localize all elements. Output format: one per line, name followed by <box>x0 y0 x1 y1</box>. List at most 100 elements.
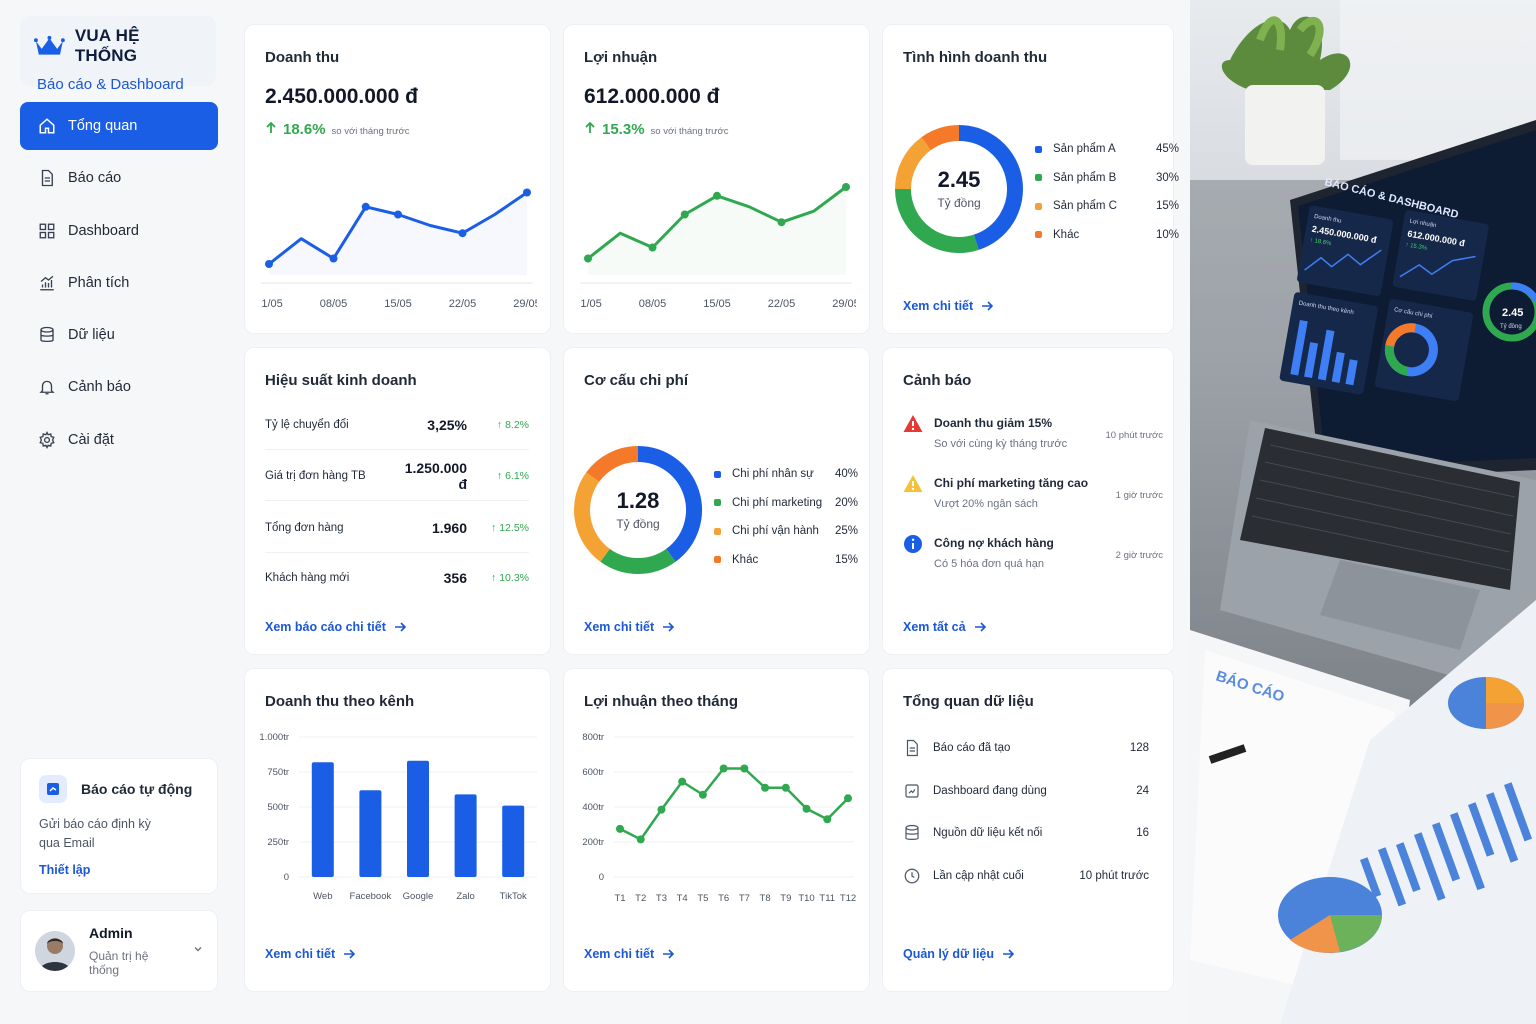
overview-label: Dashboard đang dùng <box>933 785 1047 797</box>
y-tick-label: 500tr <box>267 802 289 813</box>
alert-item[interactable]: Doanh thu giảm 15% So với cùng kỳ tháng … <box>903 414 1163 464</box>
x-tick-label: 15/05 <box>703 298 731 310</box>
legend-label: Khác <box>732 553 759 566</box>
nav-label: Dữ liệu <box>68 327 115 344</box>
info-icon <box>904 535 922 553</box>
card-title: Tình hình doanh thu <box>903 49 1048 66</box>
legend-label: Sản phẩm C <box>1053 200 1117 213</box>
alert-title: Chi phí marketing tăng cao <box>934 476 1089 490</box>
monthly-line-chart: 0 200tr 400tr 600tr 800tr T1 T2 T3 T4 T5 T6 T7 T8 T9 T… <box>582 732 856 904</box>
legend-swatch <box>714 556 721 564</box>
x-tick-label: Zalo <box>456 891 474 902</box>
data-point <box>523 188 531 197</box>
nav-item-cai-dat[interactable]: Cài đặt <box>20 416 218 464</box>
gear-icon <box>39 430 55 449</box>
nav-item-canh-bao[interactable]: Cảnh báo <box>20 363 218 411</box>
data-point <box>657 805 666 814</box>
overview-label: Lần cập nhật cuối <box>933 870 1024 882</box>
metric-trend: ↑ 8.2% <box>496 418 529 431</box>
document-icon <box>906 739 918 757</box>
chevron-down-icon[interactable] <box>193 944 203 954</box>
y-tick-label: 750tr <box>267 767 289 778</box>
overview-row: Lần cập nhật cuối 10 phút trước <box>903 865 1149 887</box>
legend-item: Sản phẩm A 45% <box>1035 135 1179 164</box>
cost-card: Cơ cấu chi phí 1.28 Tỷ đồng Chi phí nhân … <box>563 347 870 655</box>
nav-label: Tổng quan <box>68 118 138 134</box>
alert-item[interactable]: Công nợ khách hàng Có 5 hóa đơn quá hạn … <box>903 534 1163 584</box>
overview-value: 24 <box>1136 785 1149 797</box>
card-title: Cơ cấu chi phí <box>584 372 689 389</box>
revenue-legend: Sản phẩm A 45% Sản phẩm B 30% Sản phẩm C 15% K… <box>1035 135 1179 249</box>
y-tick-label: 0 <box>284 872 289 883</box>
nav-item-tong-quan[interactable]: Tổng quan <box>20 102 218 150</box>
x-tick-label: T7 <box>739 893 750 904</box>
view-details-link[interactable]: Xem chi tiết <box>903 299 994 313</box>
x-tick-label: 22/05 <box>768 298 796 310</box>
dashboard-icon <box>905 784 919 798</box>
bell-icon <box>39 381 55 395</box>
nav-item-phan-tich[interactable]: Phân tích <box>20 259 218 307</box>
nav-item-dashboard[interactable]: Dashboard <box>20 207 218 255</box>
data-point <box>842 183 850 191</box>
grid-icon <box>39 223 55 239</box>
x-tick-label: 01/05 <box>261 298 283 310</box>
nav-label: Phân tích <box>68 274 130 291</box>
data-point <box>777 218 786 227</box>
view-details-link[interactable]: Xem chi tiết <box>584 620 675 634</box>
nav-label: Dashboard <box>68 222 139 239</box>
alert-sub: So với cùng kỳ tháng trước <box>934 438 1068 450</box>
view-all-link[interactable]: Xem tất cả <box>903 620 987 634</box>
legend-item: Khác 10% <box>1035 221 1179 250</box>
alert-title: Doanh thu giảm 15% <box>934 416 1053 430</box>
metric-row: Tổng đơn hàng 1.960 ↑ 12.5% <box>265 503 529 553</box>
overview-row: Báo cáo đã tạo 128 <box>903 737 1149 759</box>
legend-label: Khác <box>1053 228 1080 241</box>
view-details-link[interactable]: Xem chi tiết <box>265 947 356 961</box>
cost-legend: Chi phí nhân sự 40% Chi phí marketing 20% Ch… <box>714 460 858 574</box>
data-point <box>844 794 852 803</box>
data-point <box>740 764 749 773</box>
setup-link[interactable]: Thiết lập <box>39 863 90 877</box>
metric-row: Giá trị đơn hàng TB 1.250.000 đ ↑ 6.1% <box>265 451 529 501</box>
view-report-link[interactable]: Xem báo cáo chi tiết <box>265 620 407 634</box>
legend-swatch <box>1035 202 1042 210</box>
legend-value: 15% <box>1155 200 1179 213</box>
data-point <box>719 764 728 773</box>
database-icon <box>905 824 919 840</box>
data-point <box>458 229 467 238</box>
card-title: Cảnh báo <box>903 372 972 389</box>
arrow-up-icon <box>266 121 276 133</box>
overview-value: 10 phút trước <box>1079 870 1149 882</box>
data-point <box>394 210 402 219</box>
donut-center-value: 2.45 <box>938 167 981 192</box>
bar <box>407 760 429 877</box>
link-label: Xem chi tiết <box>265 947 336 961</box>
trend-note: so với tháng trước <box>650 126 729 137</box>
nav-item-bao-cao[interactable]: Báo cáo <box>20 154 218 202</box>
nav-item-du-lieu[interactable]: Dữ liệu <box>20 311 218 359</box>
legend-item: Chi phí nhân sự 40% <box>714 460 858 489</box>
warning-red-icon <box>903 415 923 432</box>
brand-logo[interactable]: VUA HỆ THỐNG Báo cáo & Dashboard <box>20 16 216 93</box>
data-point <box>761 783 770 792</box>
metric-value: 356 <box>443 570 467 586</box>
brand-subtitle: Báo cáo & Dashboard <box>37 76 184 93</box>
donut-center-unit: Tỷ đồng <box>937 196 980 210</box>
x-tick-label: T5 <box>697 893 708 904</box>
trend-note: so với tháng trước <box>331 126 410 137</box>
alert-item[interactable]: Chi phí marketing tăng cao Vượt 20% ngân… <box>903 474 1163 524</box>
metric-value: 1.250.000 đ <box>404 459 467 492</box>
channel-card: Doanh thu theo kênh 0 250tr 500tr 750tr 1.00… <box>244 668 551 992</box>
user-menu[interactable]: Admin Quản trị hệ thống <box>20 910 218 992</box>
data-overview-card: Tổng quan dữ liệu Báo cáo đã tạo 128 Das… <box>882 668 1174 992</box>
donut-slice <box>600 548 676 574</box>
warning-yellow-icon <box>903 475 923 492</box>
bar <box>454 794 477 877</box>
overview-label: Nguồn dữ liệu kết nối <box>933 827 1043 839</box>
manage-data-link[interactable]: Quản lý dữ liệu <box>903 947 1015 961</box>
x-tick-label: 29/05 <box>513 298 537 310</box>
x-tick-label: T12 <box>840 893 856 904</box>
view-details-link[interactable]: Xem chi tiết <box>584 947 675 961</box>
data-point <box>678 777 687 786</box>
revenue-status-card: Tình hình doanh thu 2.45 Tỷ đồng Sản phẩm… <box>882 24 1179 334</box>
